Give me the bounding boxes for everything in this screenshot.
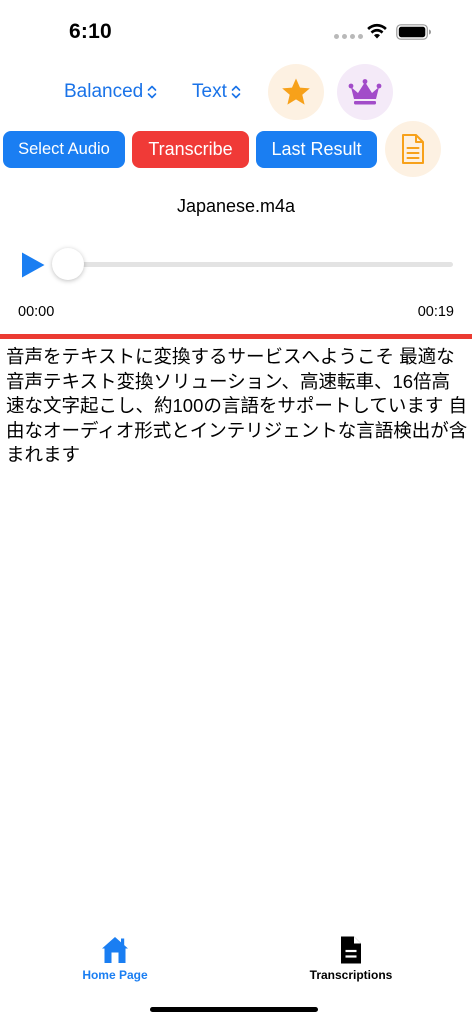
favorite-button[interactable] [268, 64, 324, 120]
star-icon [282, 78, 310, 105]
tab-home-label: Home Page [82, 968, 148, 982]
mode-picker-label: Balanced [64, 81, 144, 102]
wifi-icon [367, 23, 387, 39]
last-result-button[interactable]: Last Result [256, 131, 377, 168]
select-audio-button[interactable]: Select Audio [3, 131, 125, 168]
file-name: Japanese.m4a [176, 196, 296, 216]
premium-button[interactable] [337, 64, 393, 120]
divider [0, 334, 472, 339]
document-icon [341, 936, 361, 964]
playback-slider-thumb[interactable] [52, 248, 84, 280]
format-picker[interactable]: Text [192, 80, 241, 104]
tab-home-page[interactable]: Home Page [70, 935, 160, 982]
tab-transcriptions-label: Transcriptions [309, 968, 393, 982]
status-time: 6:10 [69, 20, 112, 43]
cellular-signal-icon [334, 34, 363, 39]
format-picker-label: Text [192, 81, 227, 102]
playback-slider-track[interactable] [68, 262, 453, 267]
play-icon [22, 252, 45, 278]
play-button[interactable] [20, 251, 46, 279]
export-document-button[interactable] [385, 121, 441, 177]
mode-picker[interactable]: Balanced [64, 80, 157, 104]
home-indicator [150, 1007, 318, 1012]
status-bar: 6:10 [0, 0, 472, 60]
current-time: 00:00 [18, 304, 55, 320]
battery-icon [396, 24, 431, 40]
transcribe-button[interactable]: Transcribe [132, 131, 249, 168]
transcript-text: 音声をテキストに変換するサービスへようこそ 最適な音声テキスト変換ソリューション… [6, 346, 468, 465]
chevron-up-down-icon [231, 85, 241, 99]
total-time: 00:19 [417, 304, 454, 320]
document-icon [402, 134, 424, 164]
home-icon [102, 937, 128, 963]
crown-icon [348, 79, 382, 105]
chevron-up-down-icon [147, 85, 157, 99]
tab-transcriptions[interactable]: Transcriptions [300, 935, 402, 982]
